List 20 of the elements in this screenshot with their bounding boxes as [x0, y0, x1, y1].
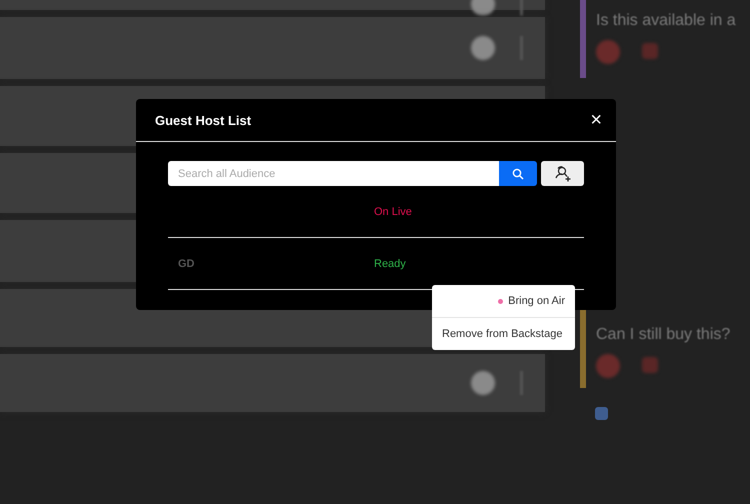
status-label: Ready [374, 258, 406, 270]
guest-initials: GD [177, 258, 196, 270]
dialog-title: Guest Host List [155, 112, 252, 128]
avatar-icon [471, 36, 495, 60]
search-field[interactable]: Search all Audience [168, 161, 499, 186]
question-text: Can I still buy this? [596, 326, 730, 344]
add-user-button[interactable] [541, 161, 584, 186]
add-user-icon [554, 164, 572, 182]
reaction-icon [596, 354, 620, 378]
reaction-icon [642, 357, 658, 373]
reaction-icon [596, 40, 620, 64]
search-button[interactable] [499, 161, 537, 186]
menu-item[interactable]: Bring on Air [447, 285, 575, 317]
question-text: Is this available in a [596, 12, 736, 30]
avatar-icon [471, 371, 495, 395]
menu-item[interactable]: Remove from Backstage [432, 317, 575, 350]
search-icon [512, 168, 524, 180]
close-button[interactable]: × [590, 110, 602, 130]
status-label: On Live [374, 206, 412, 218]
reaction-icon [642, 43, 658, 59]
